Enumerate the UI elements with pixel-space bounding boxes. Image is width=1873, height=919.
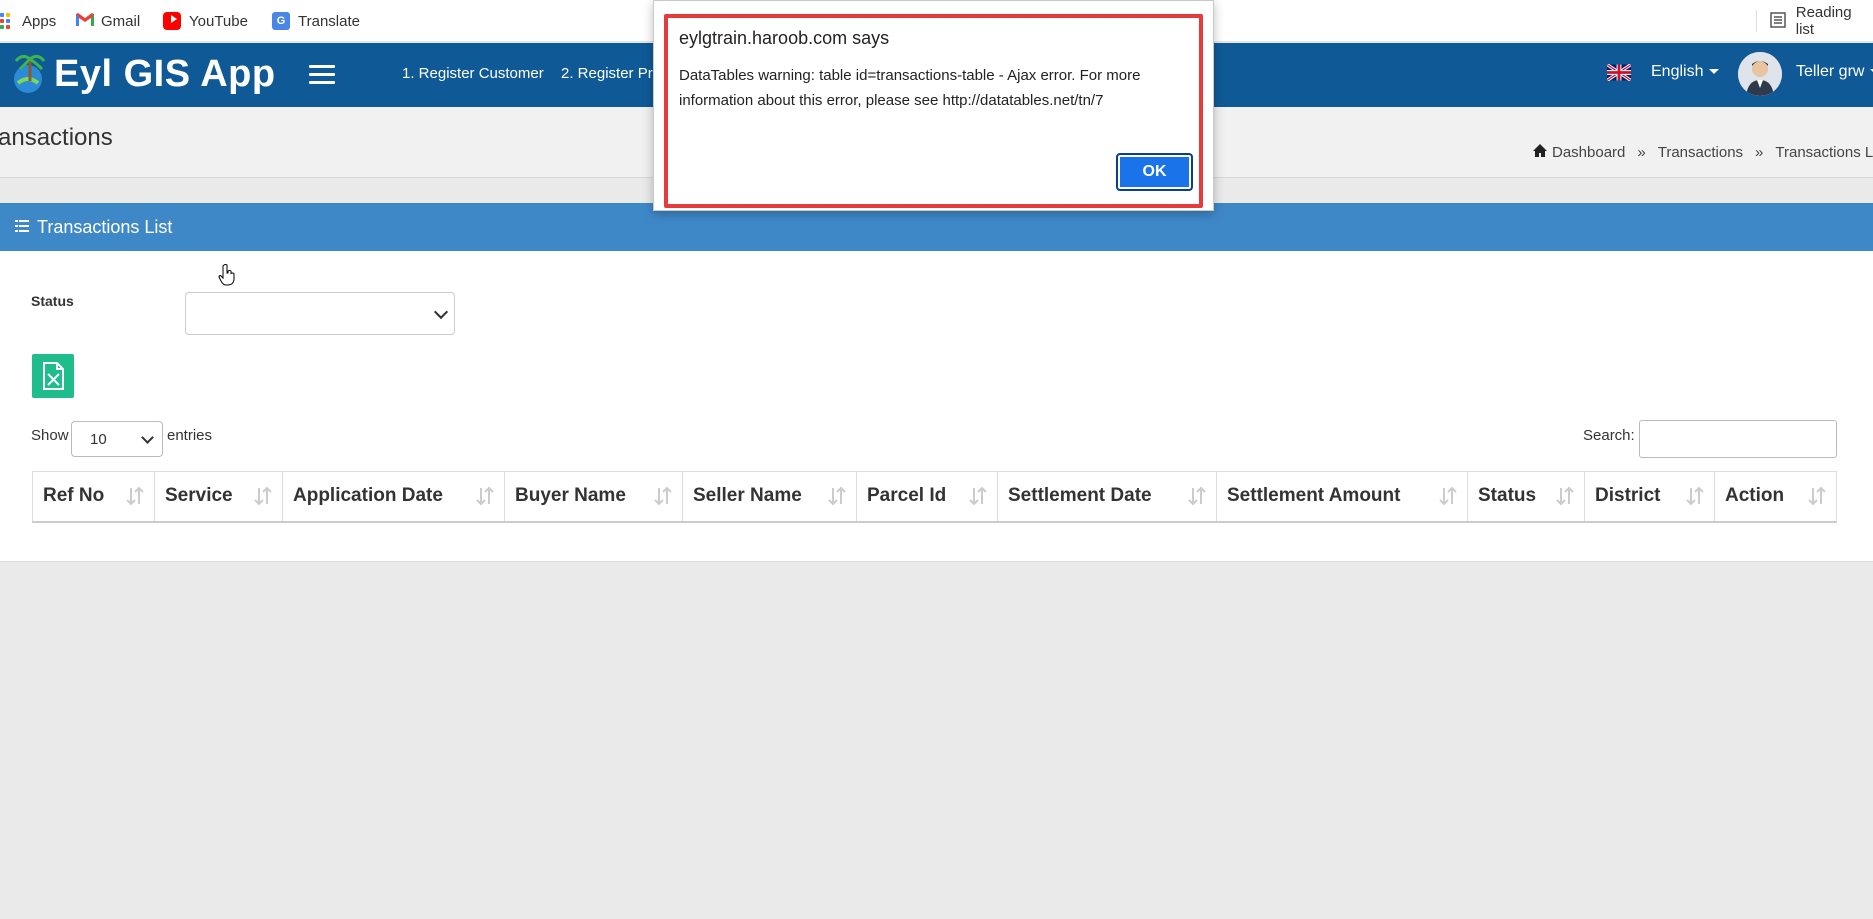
reading-list-button[interactable]: Reading list (1770, 0, 1873, 42)
transactions-panel: Transactions List Status Show 10 entries… (0, 203, 1873, 562)
bookmarks-divider (1756, 10, 1757, 32)
column-label: Status (1478, 485, 1537, 506)
sort-icon (828, 486, 846, 506)
sort-icon (476, 486, 494, 506)
bookmark-gmail[interactable]: Gmail (75, 0, 140, 42)
bookmark-label: Gmail (101, 12, 141, 30)
column-label: Seller Name (693, 485, 802, 506)
table-header-row: Ref No Service Application Date Buyer Na… (33, 472, 1836, 521)
nav-register-property[interactable]: 2. Register Pro (561, 65, 661, 82)
nav-register-customer[interactable]: 1. Register Customer (402, 65, 544, 82)
column-label: Action (1725, 485, 1785, 506)
reading-list-icon (1770, 12, 1788, 30)
column-label: Settlement Date (1008, 485, 1152, 506)
bookmark-youtube[interactable]: YouTube (163, 0, 248, 42)
panel-title: Transactions List (37, 217, 173, 237)
hand-pointer-cursor-icon (218, 264, 235, 286)
breadcrumb-separator: » (1755, 144, 1764, 161)
breadcrumb-current: Transactions List (1775, 144, 1873, 161)
app-logo-icon (14, 54, 46, 93)
bookmark-apps[interactable]: Apps (0, 0, 56, 42)
alert-dialog-body: eylgtrain.haroob.com says DataTables war… (664, 14, 1203, 208)
column-label: Buyer Name (515, 485, 626, 506)
alert-dialog-message: DataTables warning: table id=transaction… (679, 67, 1141, 109)
breadcrumb-dashboard[interactable]: Dashboard (1552, 144, 1625, 161)
language-dropdown[interactable]: English (1651, 63, 1720, 81)
column-label: Service (165, 485, 233, 506)
sort-icon (254, 486, 272, 506)
gmail-icon (75, 12, 94, 30)
chevron-down-icon (141, 431, 154, 444)
show-entries-label: Show (31, 427, 69, 444)
column-label: Application Date (293, 485, 443, 506)
alert-ok-button[interactable]: OK (1116, 153, 1193, 191)
table-search-input[interactable] (1639, 420, 1837, 458)
excel-file-icon (43, 362, 64, 390)
status-filter-select[interactable] (185, 292, 455, 335)
entries-label: entries (167, 427, 213, 444)
app-title[interactable]: Eyl GIS App (54, 53, 276, 96)
sort-icon (1556, 486, 1574, 506)
column-header-status[interactable]: Status (1468, 472, 1585, 521)
hamburger-menu-icon[interactable] (309, 65, 335, 85)
breadcrumb-transactions[interactable]: Transactions (1658, 144, 1743, 161)
column-header-buyer-name[interactable]: Buyer Name (505, 472, 683, 521)
translate-icon: G (272, 12, 290, 30)
apps-grid-icon (0, 12, 10, 30)
bookmark-label: Apps (22, 12, 57, 30)
column-header-settlement-amount[interactable]: Settlement Amount (1217, 472, 1468, 521)
column-label: District (1595, 485, 1661, 506)
sort-icon (1188, 486, 1206, 506)
uk-flag-icon (1607, 64, 1631, 81)
user-avatar[interactable] (1738, 52, 1782, 96)
column-header-parcel-id[interactable]: Parcel Id (857, 472, 998, 521)
reading-list-label: Reading list (1795, 4, 1852, 38)
caret-down-icon (1709, 69, 1720, 75)
home-icon (1532, 143, 1548, 162)
entries-per-page-value: 10 (90, 431, 107, 448)
column-label: Settlement Amount (1227, 485, 1401, 506)
column-header-application-date[interactable]: Application Date (283, 472, 505, 521)
status-filter-label: Status (31, 293, 74, 309)
list-icon (15, 220, 29, 232)
sort-icon (969, 486, 987, 506)
column-header-settlement-date[interactable]: Settlement Date (998, 472, 1217, 521)
chevron-down-icon (433, 304, 449, 320)
sort-icon (1686, 486, 1704, 506)
alert-dialog: eylgtrain.haroob.com says DataTables war… (653, 0, 1214, 211)
user-dropdown[interactable]: Teller grw (1796, 63, 1873, 81)
bookmark-translate[interactable]: G Translate (272, 0, 360, 42)
column-header-ref-no[interactable]: Ref No (33, 472, 155, 521)
column-label: Parcel Id (867, 485, 947, 506)
column-header-service[interactable]: Service (155, 472, 283, 521)
breadcrumb: Dashboard » Transactions » Transactions List (1532, 143, 1873, 162)
youtube-icon (163, 12, 181, 30)
page-title: ransactions (0, 124, 113, 151)
alert-dialog-title: eylgtrain.haroob.com says (679, 28, 890, 48)
user-name: Teller grw (1796, 63, 1865, 80)
breadcrumb-separator: » (1637, 144, 1646, 161)
column-header-district[interactable]: District (1585, 472, 1715, 521)
transactions-table: Ref No Service Application Date Buyer Na… (32, 471, 1837, 523)
sort-icon (654, 486, 672, 506)
entries-per-page-select[interactable]: 10 (71, 421, 163, 457)
sort-icon (126, 486, 144, 506)
bookmark-label: Translate (298, 12, 360, 30)
column-header-seller-name[interactable]: Seller Name (683, 472, 857, 521)
language-label: English (1651, 63, 1704, 80)
export-excel-button[interactable] (32, 354, 74, 398)
bookmark-label: YouTube (189, 12, 248, 30)
column-header-action[interactable]: Action (1715, 472, 1836, 521)
sort-icon (1439, 486, 1457, 506)
column-label: Ref No (43, 485, 105, 506)
sort-icon (1808, 486, 1826, 506)
search-label: Search: (1583, 427, 1635, 444)
